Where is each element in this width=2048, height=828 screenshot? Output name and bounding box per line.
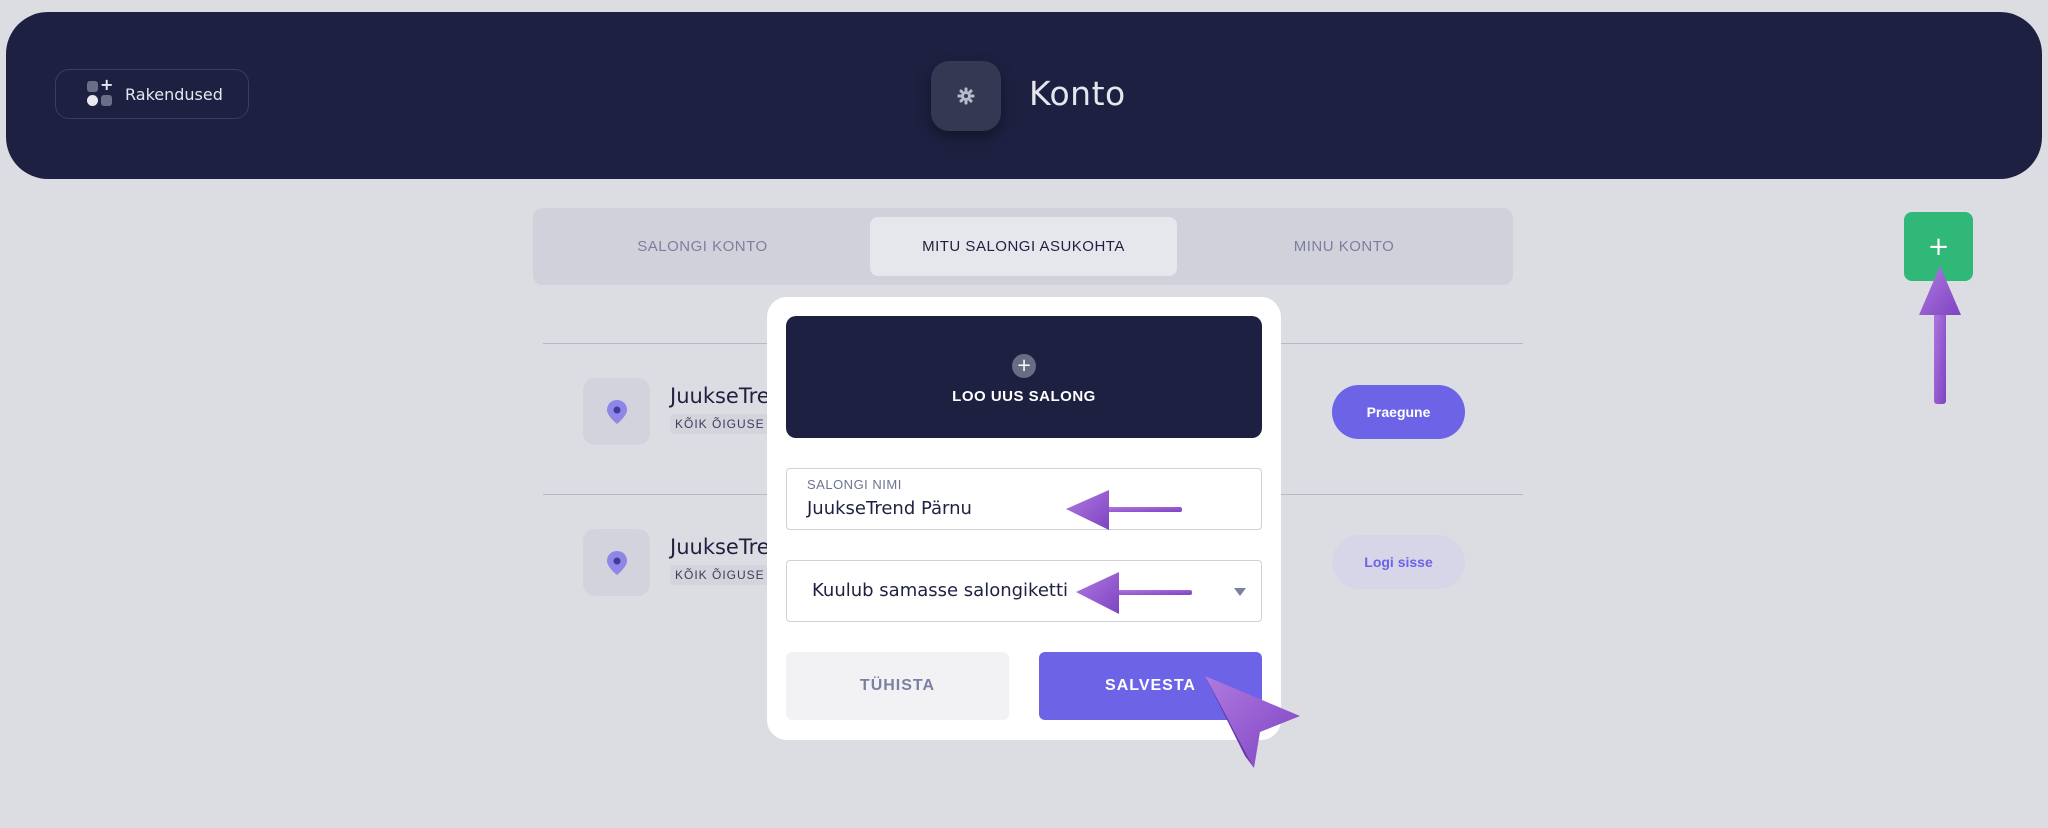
location-icon-tile (583, 378, 650, 445)
arrow-up-icon (1919, 266, 1961, 404)
cancel-button[interactable]: TÜHISTA (786, 652, 1009, 720)
plus-circle-icon: + (1012, 354, 1036, 378)
salon-role-badge: KÕIK ÕIGUSE (670, 414, 770, 434)
add-salon-button[interactable]: + (1904, 212, 1973, 281)
top-header: + Rakendused Konto (6, 12, 2042, 179)
current-salon-button[interactable]: Praegune (1332, 385, 1465, 439)
chevron-down-icon (1234, 588, 1246, 596)
location-pin-icon (606, 399, 627, 424)
tab-bar: SALONGI KONTO MITU SALONGI ASUKOHTA MINU… (533, 208, 1513, 285)
salon-name-field-label: SALONGI NIMI (807, 477, 902, 492)
location-icon-tile (583, 529, 650, 596)
create-new-salon-label: LOO UUS SALONG (952, 388, 1096, 405)
create-new-salon-button[interactable]: + LOO UUS SALONG (786, 316, 1262, 438)
salon-role-badge: KÕIK ÕIGUSE (670, 565, 770, 585)
tab-salongi-konto[interactable]: SALONGI KONTO (542, 217, 863, 276)
salon-name: JuukseTre (670, 384, 770, 408)
salon-group-select-value: Kuulub samasse salongiketti (812, 580, 1069, 601)
save-button[interactable]: SALVESTA (1039, 652, 1262, 720)
salon-name: JuukseTre (670, 535, 770, 559)
settings-tile (931, 61, 1001, 131)
salon-name-field[interactable]: SALONGI NIMI JuukseTrend Pärnu (786, 468, 1262, 530)
page-title: Konto (1029, 74, 1126, 113)
gear-icon (957, 87, 975, 105)
salon-name-input[interactable]: JuukseTrend Pärnu (807, 498, 972, 519)
apps-button[interactable]: + Rakendused (55, 69, 249, 119)
tab-mitu-salongi-asukohta[interactable]: MITU SALONGI ASUKOHTA (870, 217, 1177, 276)
apps-button-label: Rakendused (125, 84, 223, 104)
salon-group-select[interactable]: Kuulub samasse salongiketti (786, 560, 1262, 622)
plus-icon: + (1927, 231, 1950, 262)
location-pin-icon (606, 550, 627, 575)
apps-icon: + (87, 75, 113, 107)
login-salon-button[interactable]: Logi sisse (1332, 535, 1465, 589)
tab-minu-konto[interactable]: MINU KONTO (1185, 217, 1503, 276)
